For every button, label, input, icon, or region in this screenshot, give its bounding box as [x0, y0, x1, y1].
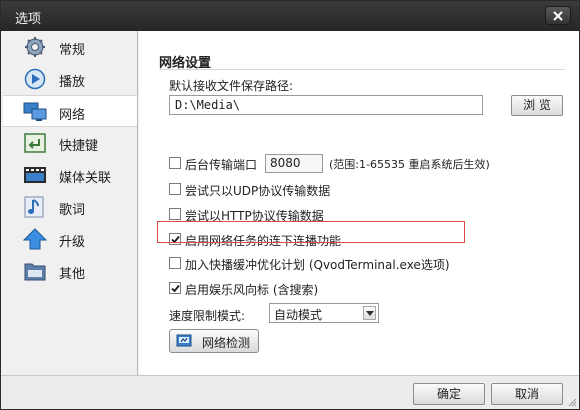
entertainment-label: 启用娱乐风向标 (含搜索): [185, 283, 319, 297]
sidebar-item-general[interactable]: 常规: [3, 31, 137, 63]
entertainment-checkbox[interactable]: [169, 282, 181, 294]
http-checkbox[interactable]: [169, 208, 181, 220]
sidebar-item-media-association[interactable]: 媒体关联: [3, 159, 137, 191]
resize-grip-icon[interactable]: [567, 397, 577, 407]
save-path-label: 默认接收文件保存路径:: [169, 79, 294, 93]
sidebar-item-label: 常规: [59, 43, 86, 58]
background-port-label: 后台传输端口: [185, 158, 258, 172]
sidebar-item-label: 网络: [59, 108, 86, 123]
network-check-button[interactable]: 网络检测: [169, 329, 259, 353]
sidebar-item-playback[interactable]: 播放: [3, 63, 137, 95]
dialog-footer: 确定 取消: [1, 375, 579, 409]
network-check-label: 网络检测: [202, 336, 251, 350]
background-port-checkbox[interactable]: [169, 157, 181, 169]
title-bar[interactable]: 选项: [1, 1, 579, 31]
close-button[interactable]: [545, 6, 571, 25]
music-note-icon: [24, 196, 44, 218]
checkmark-icon: [171, 284, 180, 293]
sidebar: 常规 播放 网络 快捷键 媒体关联 歌词 升级 其他: [3, 31, 138, 375]
section-divider: [159, 69, 565, 70]
chevron-down-icon: [366, 311, 374, 316]
etc-folder-icon: [24, 263, 46, 281]
dropdown-button[interactable]: [363, 306, 376, 320]
sidebar-item-network[interactable]: 网络: [3, 95, 137, 127]
highlight-box: [157, 221, 465, 243]
gear-icon: [25, 37, 45, 57]
keyboard-icon: [24, 133, 46, 153]
sidebar-item-shortcuts[interactable]: 快捷键: [3, 127, 137, 159]
sidebar-item-lyrics[interactable]: 歌词: [3, 191, 137, 223]
play-icon: [24, 68, 46, 90]
cancel-button[interactable]: 取消: [491, 383, 563, 405]
sidebar-item-label: 媒体关联: [59, 171, 112, 186]
sidebar-item-label: 其他: [59, 267, 86, 282]
speed-limit-value: 自动模式: [274, 308, 323, 322]
sidebar-item-other[interactable]: 其他: [3, 255, 137, 287]
close-icon: [553, 11, 563, 21]
udp-only-checkbox[interactable]: [169, 183, 181, 195]
qvod-plan-checkbox[interactable]: [169, 257, 181, 269]
sidebar-item-upgrade[interactable]: 升级: [3, 223, 137, 255]
window-title: 选项: [15, 12, 42, 27]
speed-limit-select[interactable]: 自动模式: [269, 303, 379, 323]
options-dialog: 选项 常规 播放 网络 快捷键 媒体关联 歌词 升级 其他 网络设置 默认接收文…: [0, 0, 580, 410]
sidebar-item-label: 升级: [59, 235, 86, 250]
network-check-icon: [176, 334, 192, 347]
save-path-input[interactable]: D:\Media\: [169, 95, 483, 115]
ok-button[interactable]: 确定: [413, 383, 485, 405]
network-settings-panel: 网络设置 默认接收文件保存路径: D:\Media\ 浏 览 后台传输端口 80…: [139, 31, 579, 375]
film-icon: [24, 167, 46, 183]
port-hint: (范围:1-65535 重启系统后生效): [329, 158, 490, 171]
browse-button[interactable]: 浏 览: [511, 95, 563, 116]
upgrade-arrow-icon: [23, 228, 47, 250]
qvod-plan-label: 加入快播缓冲优化计划 (QvodTerminal.exe选项): [185, 258, 450, 272]
network-icon: [23, 102, 47, 121]
udp-only-label: 尝试只以UDP协议传输数据: [185, 184, 331, 198]
sidebar-item-label: 歌词: [59, 203, 86, 218]
port-input[interactable]: 8080: [265, 154, 323, 173]
sidebar-item-label: 快捷键: [59, 139, 99, 154]
sidebar-item-label: 播放: [59, 75, 86, 90]
speed-limit-label: 速度限制模式:: [169, 309, 246, 323]
